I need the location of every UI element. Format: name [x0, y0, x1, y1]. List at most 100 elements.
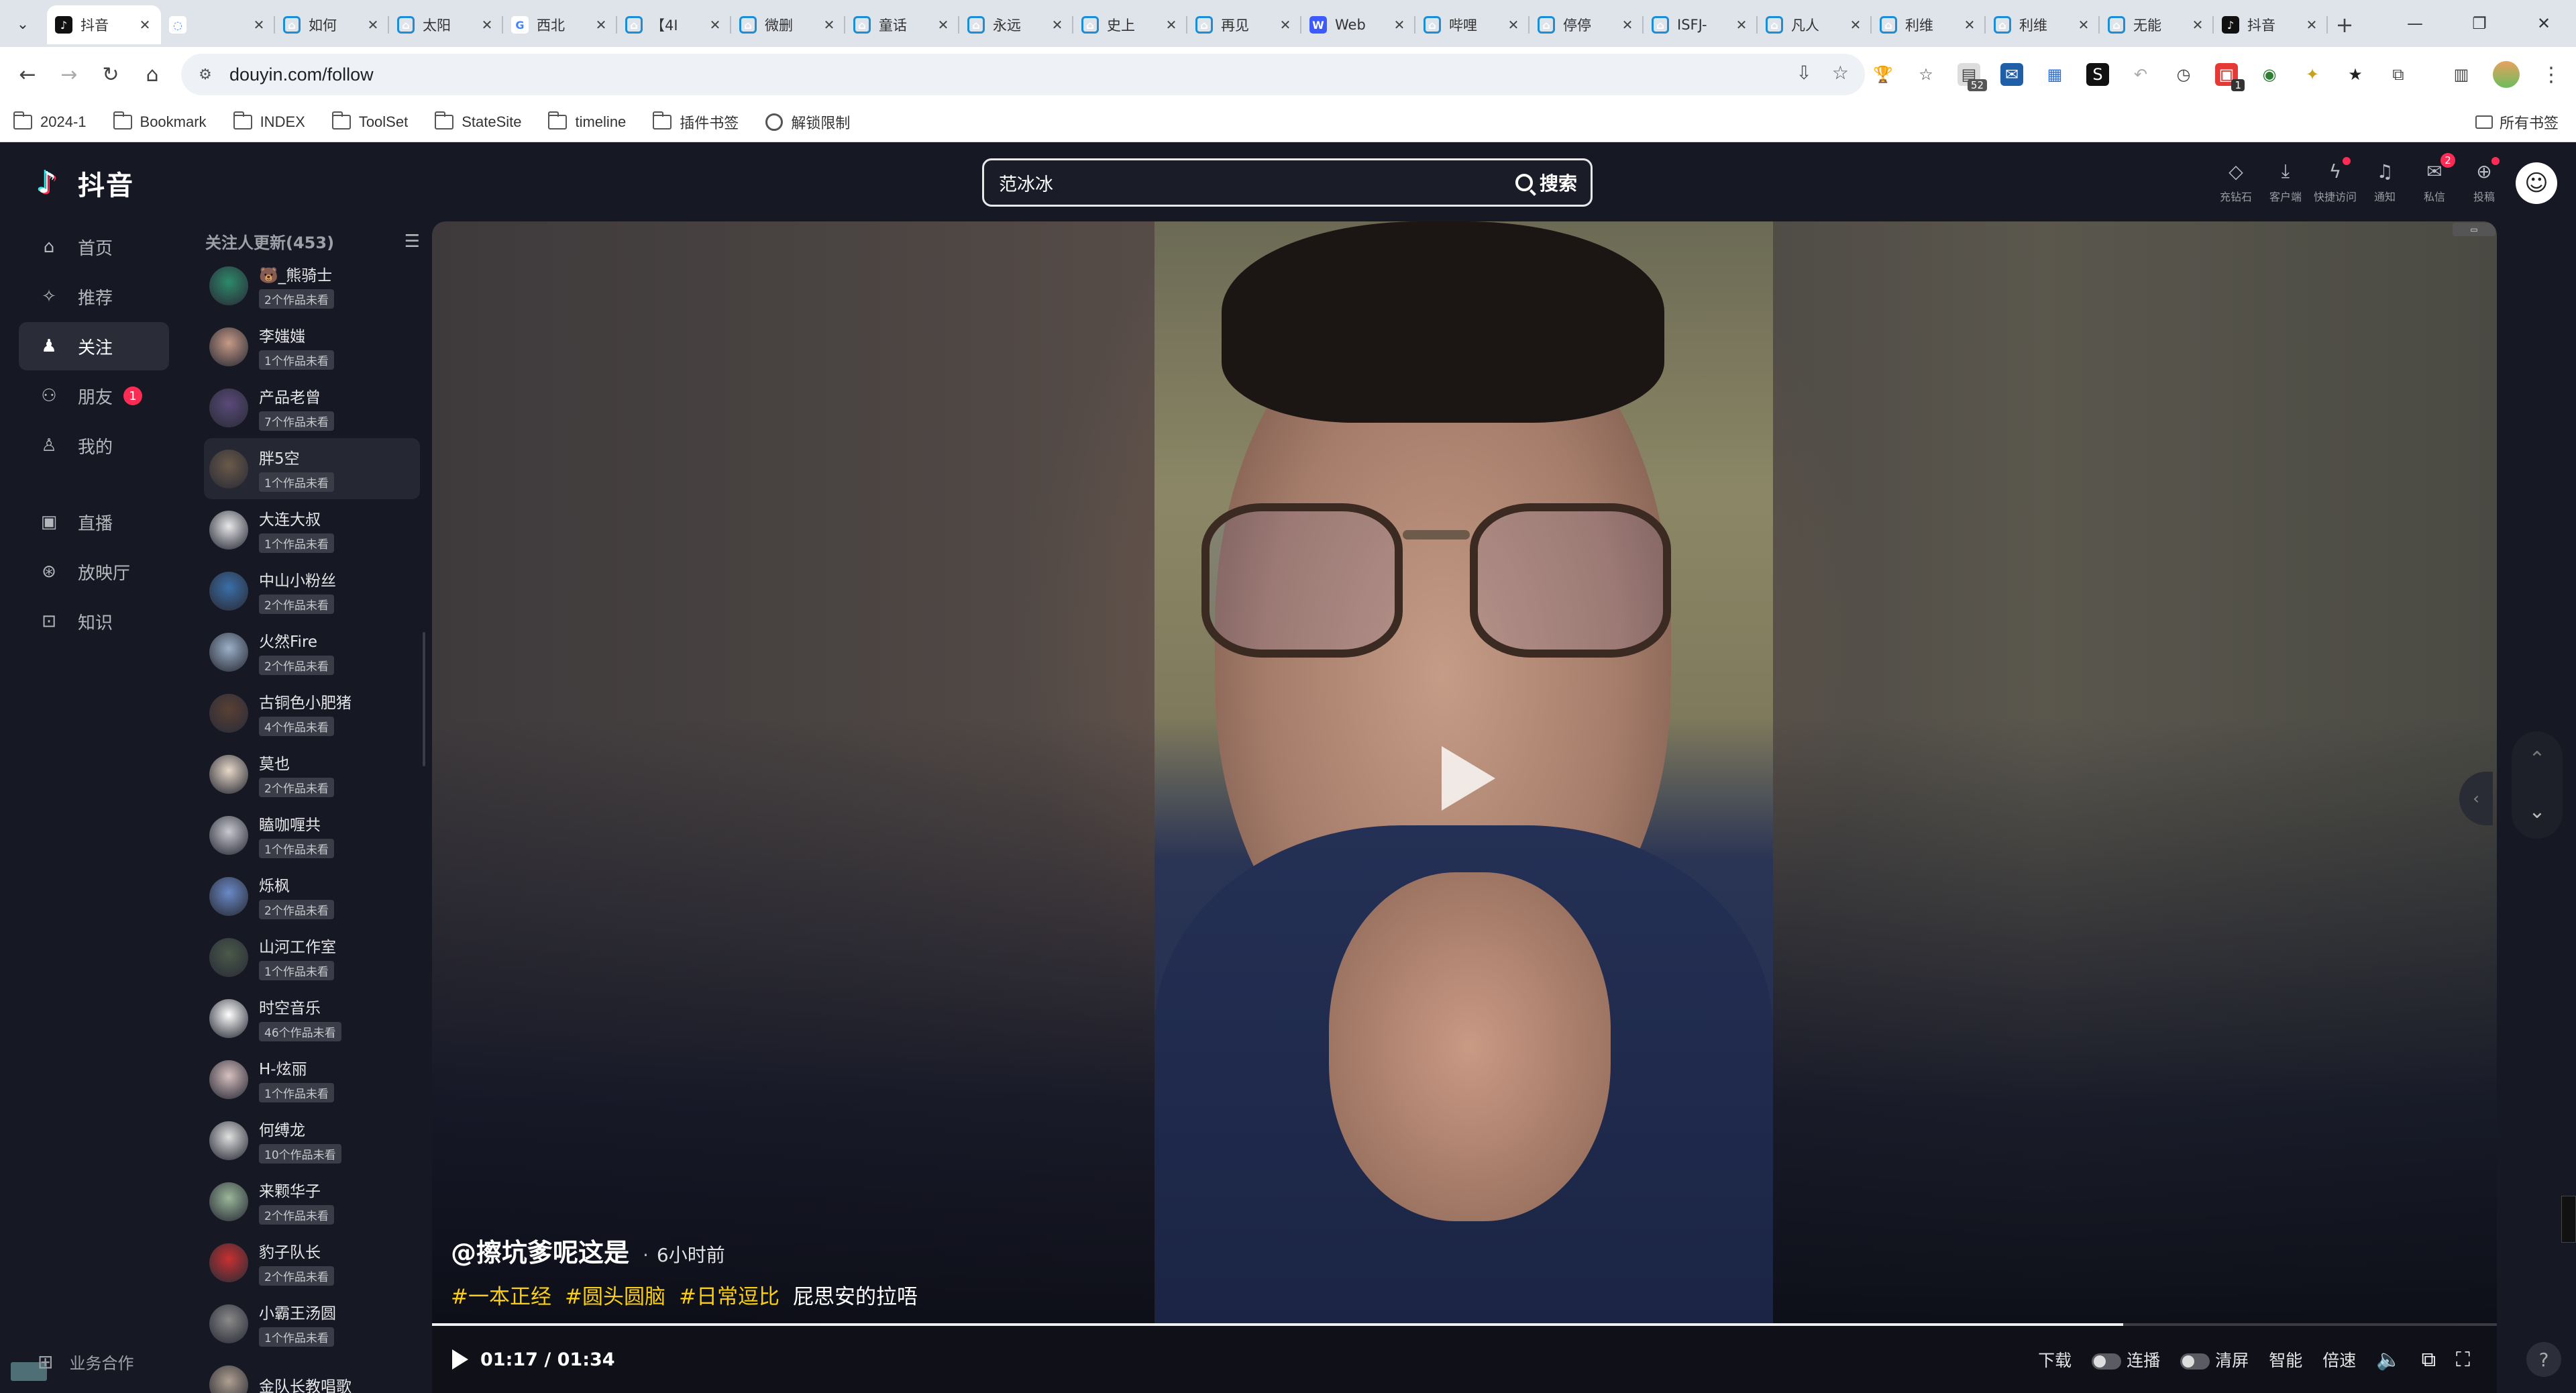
- followed-user[interactable]: 火然Fire 2个作品未看: [204, 621, 420, 682]
- browser-tab[interactable]: ⌂ 无能 ✕: [2100, 5, 2214, 44]
- bookmark-folder[interactable]: 插件书签: [653, 111, 739, 133]
- followed-user[interactable]: 大连大叔 1个作品未看: [204, 499, 420, 560]
- speed-button[interactable]: 倍速: [2322, 1347, 2356, 1372]
- bookmark-folder[interactable]: Bookmark: [113, 111, 207, 131]
- site-info-icon[interactable]: ⚙: [195, 64, 216, 85]
- address-bar[interactable]: ⚙ douyin.com/follow ⇩ ☆: [181, 54, 1865, 95]
- volume-icon[interactable]: 🔈: [2376, 1348, 2401, 1372]
- puzzle-gold-extension-icon[interactable]: ✦: [2301, 63, 2324, 86]
- help-icon[interactable]: ?: [2526, 1342, 2561, 1377]
- header-action-lightning[interactable]: ϟ 快捷访问: [2310, 157, 2360, 204]
- tab-close-icon[interactable]: ✕: [2076, 17, 2092, 33]
- reload-button[interactable]: ↻: [90, 54, 131, 95]
- followed-user[interactable]: 山河工作室 1个作品未看: [204, 927, 420, 988]
- browser-tab[interactable]: ⌂ 童话 ✕: [845, 5, 959, 44]
- minimize-button[interactable]: —: [2383, 0, 2447, 47]
- next-video-icon[interactable]: ⌄: [2512, 788, 2563, 835]
- followed-user[interactable]: 金队长教唱歌: [204, 1354, 420, 1393]
- bookmark-folder[interactable]: timeline: [548, 111, 626, 131]
- followed-user[interactable]: 胖5空 1个作品未看: [204, 438, 420, 499]
- search-input[interactable]: [984, 160, 1515, 205]
- edge-side-tab[interactable]: [2561, 1196, 2576, 1243]
- nav-item-user[interactable]: ♙ 我的: [19, 421, 169, 470]
- autoplay-toggle[interactable]: 连播: [2092, 1347, 2160, 1372]
- nav-item-follow[interactable]: ♟ 关注: [19, 322, 169, 370]
- video-player[interactable]: ▭ @擦坑爹呢这是 6小时前 #一本正经#圆头圆脑#日常逗比屁思安的拉唔 ♥ 1…: [432, 221, 2497, 1393]
- followed-user[interactable]: 何缚龙 10个作品未看: [204, 1110, 420, 1171]
- user-avatar[interactable]: ☺: [2516, 162, 2557, 204]
- followed-user[interactable]: 🐻_熊骑士 2个作品未看: [204, 255, 420, 316]
- header-action-bell[interactable]: ♫ 通知: [2360, 160, 2410, 204]
- followed-user[interactable]: 产品老曾 7个作品未看: [204, 377, 420, 438]
- bookmark-star-icon[interactable]: ☆: [1832, 62, 1849, 84]
- header-action-upload[interactable]: ⊕ 投稿: [2459, 157, 2509, 204]
- counter-extension-icon[interactable]: ▤ 52: [1957, 63, 1987, 91]
- followed-user[interactable]: 豹子队长 2个作品未看: [204, 1232, 420, 1293]
- header-action-diamond[interactable]: ◇ 充钻石: [2211, 160, 2261, 204]
- collapse-list-icon[interactable]: ☰: [405, 231, 420, 252]
- douyin-logo[interactable]: ♪ 抖音: [38, 164, 134, 203]
- bookmark-folder[interactable]: INDEX: [233, 111, 305, 131]
- bookmark-folder[interactable]: ToolSet: [331, 111, 408, 131]
- star-extension-icon[interactable]: ☆: [1915, 63, 1937, 86]
- followed-user[interactable]: 小霸王汤圆 1个作品未看: [204, 1293, 420, 1354]
- home-button[interactable]: ⌂: [131, 54, 173, 95]
- picture-in-picture-icon[interactable]: ⧉: [2422, 1348, 2436, 1372]
- browser-tab[interactable]: ⌂ 再见 ✕: [1187, 5, 1301, 44]
- header-action-download[interactable]: ⤓ 客户端: [2261, 160, 2310, 204]
- restore-button[interactable]: ❐: [2447, 0, 2512, 47]
- browser-tab[interactable]: W Web ✕: [1301, 5, 1415, 44]
- followed-user[interactable]: 古铜色小肥猪 4个作品未看: [204, 682, 420, 743]
- browser-tab[interactable]: ⌂ 停停 ✕: [1529, 5, 1644, 44]
- forward-button[interactable]: →: [48, 54, 90, 95]
- history-extension-icon[interactable]: ◷: [2172, 63, 2195, 86]
- tab-close-icon[interactable]: ✕: [1277, 17, 1293, 33]
- bookmark-unlock[interactable]: 解锁限制: [765, 111, 850, 133]
- install-app-icon[interactable]: ⇩: [1796, 62, 1811, 84]
- tab-close-icon[interactable]: ✕: [1847, 17, 1864, 33]
- side-panel-icon[interactable]: ▥: [2450, 63, 2473, 86]
- browser-tab[interactable]: ⌂ ISFJ- ✕: [1644, 5, 1758, 44]
- play-overlay-icon[interactable]: [1442, 746, 1495, 811]
- browser-tab[interactable]: ⌂ 史上 ✕: [1073, 5, 1187, 44]
- play-icon[interactable]: [452, 1349, 468, 1370]
- header-action-message[interactable]: ✉ 2 私信: [2410, 153, 2459, 204]
- bookmark-folder[interactable]: 2024-1: [13, 111, 87, 131]
- nav-item-sparkle[interactable]: ✧ 推荐: [19, 272, 169, 321]
- red-extension-icon[interactable]: ▣ 1: [2215, 63, 2245, 91]
- all-bookmarks-button[interactable]: 所有书签: [2475, 102, 2559, 142]
- tab-close-icon[interactable]: ✕: [821, 17, 837, 33]
- tab-close-icon[interactable]: ✕: [365, 17, 381, 33]
- video-author[interactable]: @擦坑爹呢这是: [451, 1232, 629, 1269]
- trophy-extension-icon[interactable]: 🏆: [1872, 63, 1894, 86]
- browser-tab[interactable]: G 西北 ✕: [503, 5, 617, 44]
- hashtag-link[interactable]: #一本正经: [451, 1280, 551, 1310]
- globe-extension-icon[interactable]: ◉: [2258, 63, 2281, 86]
- tab-close-icon[interactable]: ✕: [479, 17, 495, 33]
- nav-item-knowledge[interactable]: ⊡ 知识: [19, 597, 169, 646]
- translate-extension-icon[interactable]: ▦: [2043, 63, 2066, 86]
- extensions-menu-icon[interactable]: ⧉: [2387, 63, 2410, 86]
- bookmark-extension-icon[interactable]: ★: [2344, 63, 2367, 86]
- search-button[interactable]: 搜索: [1515, 169, 1591, 196]
- undo-extension-icon[interactable]: ↶: [2129, 63, 2152, 86]
- browser-tab[interactable]: ⌂ 利维 ✕: [1986, 5, 2100, 44]
- browser-tab[interactable]: ⌂ 凡人 ✕: [1758, 5, 1872, 44]
- hashtag-link[interactable]: #圆头圆脑: [565, 1280, 665, 1310]
- followed-user[interactable]: H-炫丽 1个作品未看: [204, 1049, 420, 1110]
- browser-tab[interactable]: ⌂ 太阳 ✕: [389, 5, 503, 44]
- tab-close-icon[interactable]: ✕: [1619, 17, 1635, 33]
- followed-user[interactable]: 莫也 2个作品未看: [204, 743, 420, 805]
- tab-close-icon[interactable]: ✕: [1163, 17, 1179, 33]
- nav-item-home[interactable]: ⌂ 首页: [19, 223, 169, 271]
- browser-tab[interactable]: ⌂ 哔哩 ✕: [1415, 5, 1529, 44]
- tab-search-button[interactable]: ⌄: [9, 11, 36, 38]
- tab-close-icon[interactable]: ✕: [1505, 17, 1521, 33]
- new-tab-button[interactable]: +: [2328, 5, 2361, 44]
- browser-tab[interactable]: ⌂ 如何 ✕: [275, 5, 389, 44]
- tab-close-icon[interactable]: ✕: [1391, 17, 1407, 33]
- tab-close-icon[interactable]: ✕: [1733, 17, 1750, 33]
- clear-screen-toggle[interactable]: 清屏: [2180, 1347, 2249, 1372]
- followed-user[interactable]: 来颗华子 2个作品未看: [204, 1171, 420, 1232]
- browser-tab[interactable]: ◌ ✕: [161, 5, 275, 44]
